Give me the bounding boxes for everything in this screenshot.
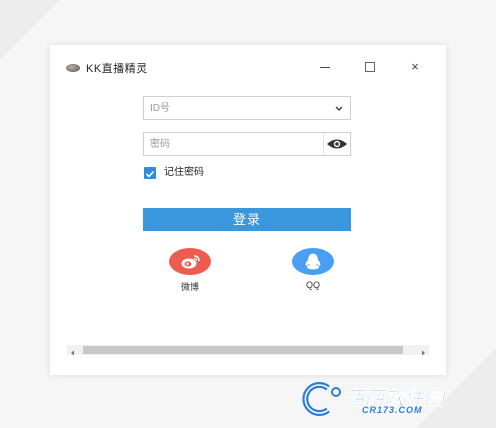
qq-login-button[interactable] xyxy=(292,248,334,275)
password-input[interactable] xyxy=(144,133,334,155)
weibo-login[interactable]: 微博 xyxy=(160,248,220,293)
remember-password-label: 记住密码 xyxy=(164,167,204,178)
minimize-icon xyxy=(320,67,330,68)
title-bar[interactable]: KK直播精灵 × xyxy=(50,45,446,87)
checkmark-icon xyxy=(145,170,155,178)
minimize-button[interactable] xyxy=(316,58,334,76)
scrollbar-thumb[interactable] xyxy=(83,346,403,354)
id-field[interactable] xyxy=(143,96,351,120)
login-window: KK直播精灵 × ID号 记住密码 登录 微博 QQ xyxy=(50,45,446,375)
maximize-button[interactable] xyxy=(361,58,379,76)
close-button[interactable]: × xyxy=(406,58,424,76)
watermark-site-url: CR173.COM xyxy=(362,405,423,415)
password-field[interactable] xyxy=(143,132,351,156)
chevron-down-icon xyxy=(335,106,343,111)
weibo-label: 微博 xyxy=(180,282,199,292)
window-title: KK直播精灵 xyxy=(86,63,148,75)
id-input[interactable] xyxy=(144,97,334,119)
app-logo-icon xyxy=(66,64,80,72)
scroll-left-button[interactable] xyxy=(67,345,79,356)
eye-icon xyxy=(327,139,347,149)
close-icon: × xyxy=(411,59,419,74)
screenshot-canvas: KK直播精灵 × ID号 记住密码 登录 微博 QQ 西西软件园 CR173.C… xyxy=(0,0,496,428)
arrow-left-icon xyxy=(71,350,74,356)
weibo-login-button[interactable] xyxy=(169,248,211,275)
maximize-icon xyxy=(365,62,375,72)
arrow-right-icon xyxy=(422,350,425,356)
horizontal-scrollbar[interactable] xyxy=(67,345,429,356)
login-button[interactable]: 登录 xyxy=(143,208,351,231)
qq-label: QQ xyxy=(305,280,320,290)
account-dropdown-button[interactable] xyxy=(332,101,346,115)
site-watermark: 西西软件园 CR173.COM xyxy=(298,380,478,418)
qq-penguin-icon xyxy=(305,253,321,270)
show-password-button[interactable] xyxy=(323,133,350,155)
qq-login[interactable]: QQ xyxy=(283,248,343,293)
weibo-icon xyxy=(181,255,200,269)
watermark-logo-icon xyxy=(302,382,341,416)
remember-password-checkbox[interactable] xyxy=(144,167,156,179)
scroll-right-button[interactable] xyxy=(417,345,429,356)
